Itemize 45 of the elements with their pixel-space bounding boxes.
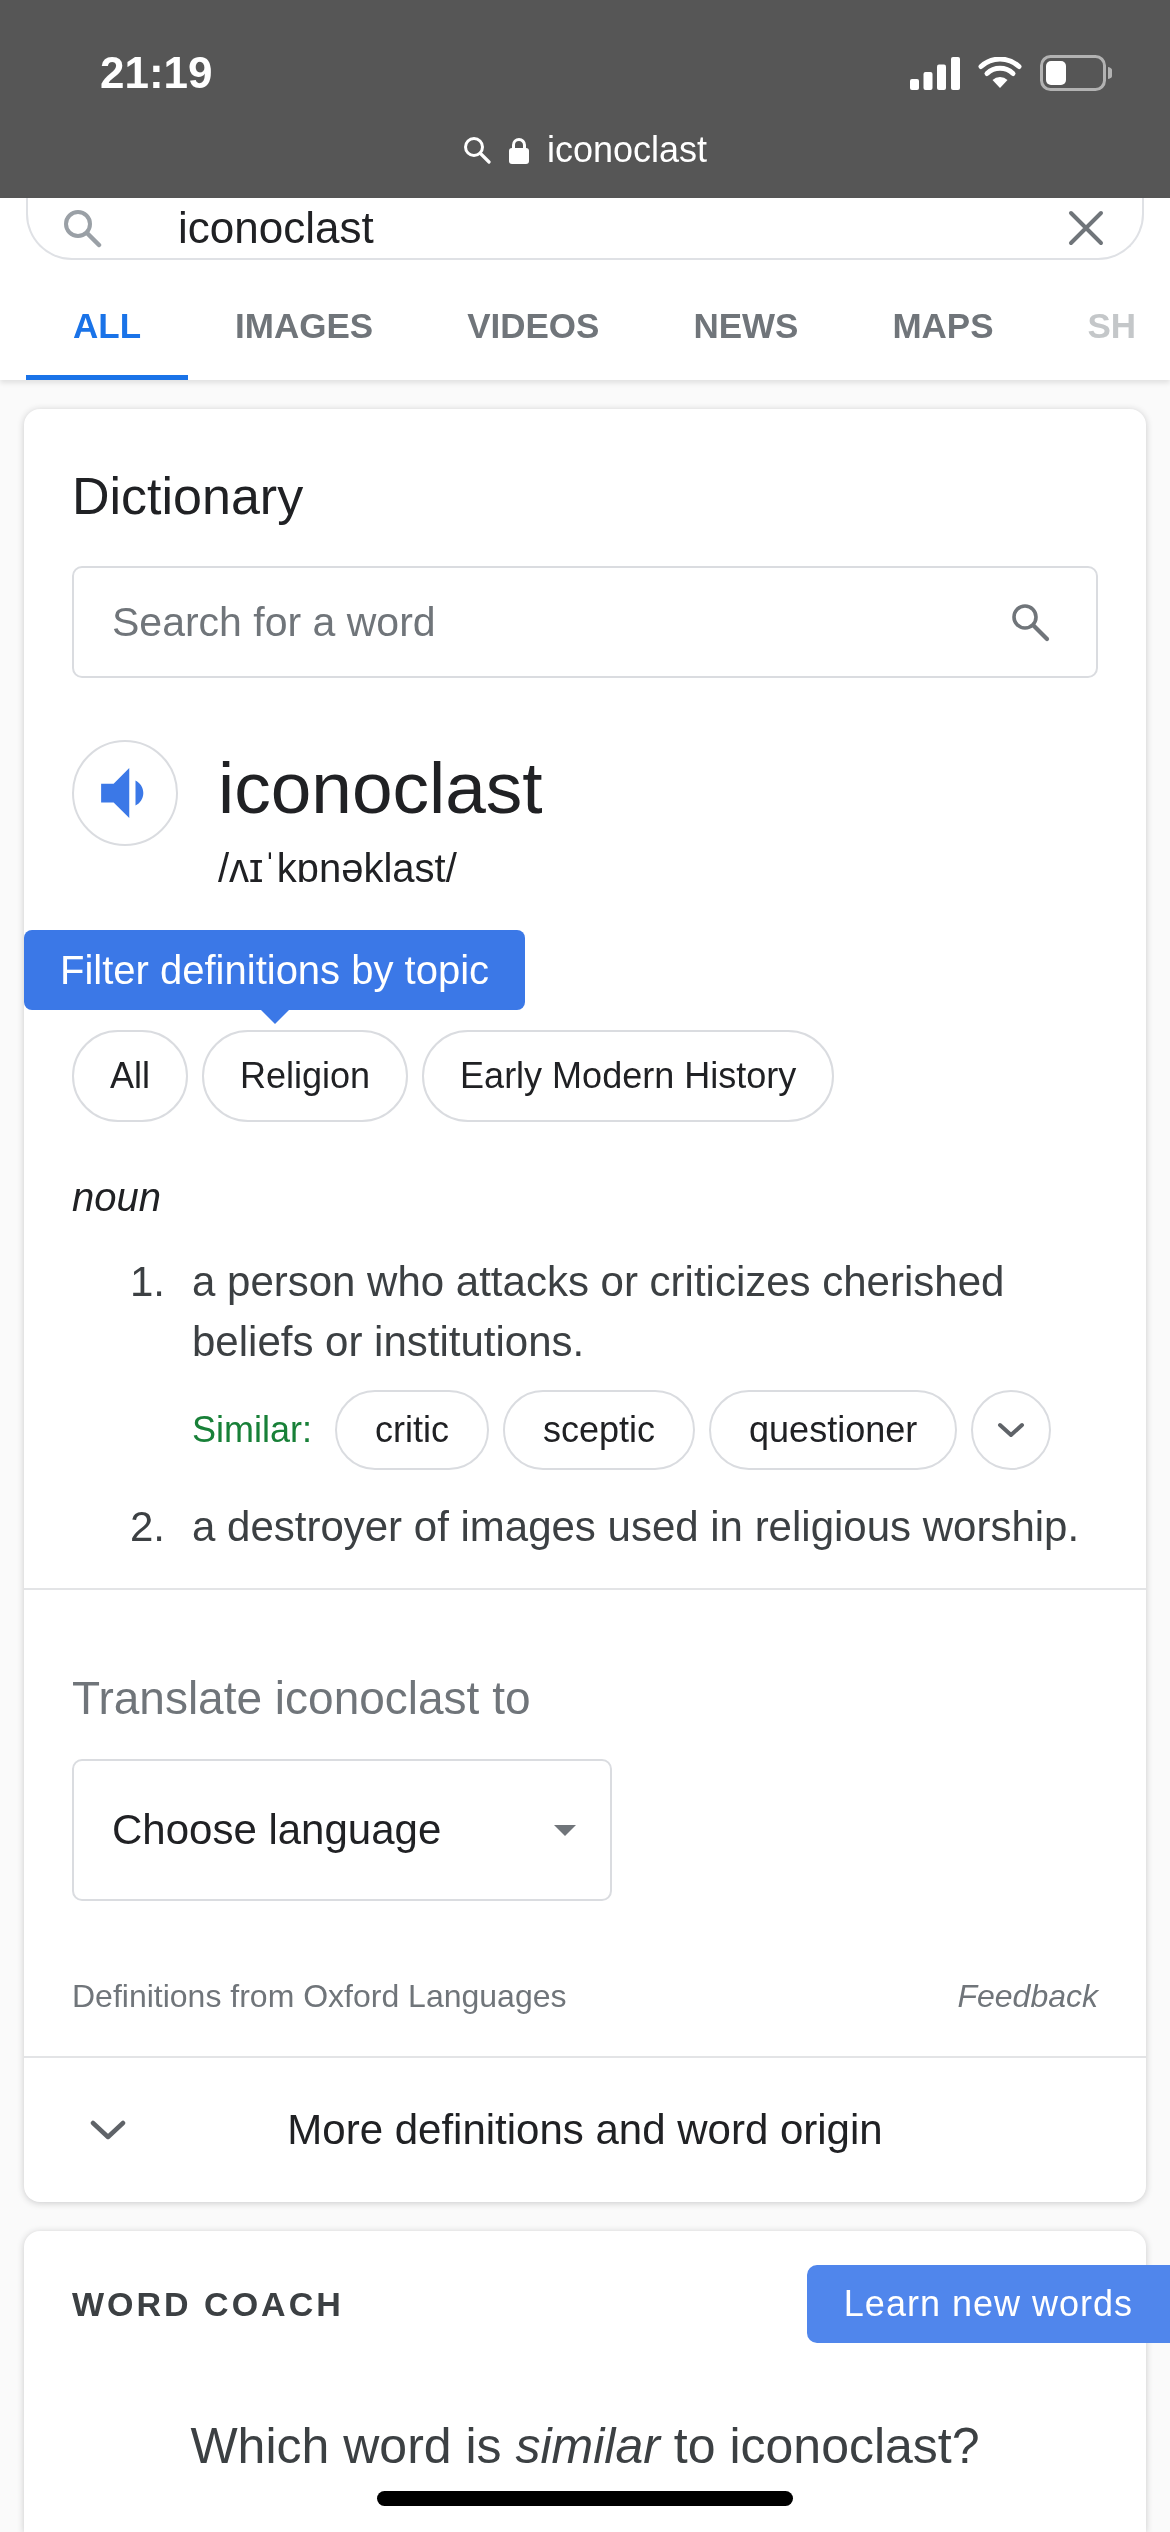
search-field[interactable]: iconoclast: [26, 198, 1144, 260]
learn-new-words-button[interactable]: Learn new words: [806, 2265, 1170, 2343]
similar-label: Similar:: [192, 1409, 312, 1451]
clear-icon[interactable]: [1068, 210, 1104, 246]
question-text: Which word is similar to iconoclast?: [189, 2418, 981, 2474]
word-coach-title: WORD COACH: [72, 2284, 344, 2324]
search-icon: [62, 208, 102, 248]
tab[interactable]: IMAGES: [188, 260, 421, 380]
headword: iconoclast: [218, 748, 543, 828]
translate-label: Translate iconoclast to: [72, 1672, 532, 1724]
tab[interactable]: NEWS: [646, 260, 846, 380]
source-text: Definitions from Oxford Languages: [72, 1978, 567, 2014]
word-search-field[interactable]: Search for a word: [72, 566, 1098, 678]
battery-icon: [1040, 55, 1112, 91]
speaker-icon: [101, 768, 145, 818]
synonym-chip[interactable]: sceptic: [503, 1390, 696, 1470]
wifi-icon: [978, 57, 1022, 89]
topic-chip[interactable]: Early Modern History: [422, 1030, 835, 1122]
search-icon: [462, 136, 491, 164]
tooltip: Filter definitions by topic: [24, 930, 526, 1024]
part-of-speech: noun: [72, 1174, 162, 1221]
definition-text: a person who attacks or criticizes cherished beliefs or institutions.: [192, 1257, 1006, 1367]
signal-icon: [910, 56, 960, 90]
url-text[interactable]: iconoclast: [546, 128, 708, 172]
topic-chip[interactable]: Religion: [202, 1030, 409, 1122]
dictionary-title: Dictionary: [72, 466, 305, 526]
status-time: 21:19: [100, 47, 213, 99]
list-number: 2.: [130, 1502, 167, 1552]
chevron-down-icon: [90, 2120, 126, 2140]
tab[interactable]: MAPS: [845, 260, 1041, 380]
tab[interactable]: VIDEOS: [420, 260, 647, 380]
topic-chip[interactable]: All: [72, 1030, 188, 1122]
synonym-chip[interactable]: questioner: [709, 1390, 958, 1470]
chevron-down-icon: [997, 1422, 1026, 1438]
synonym-chip[interactable]: critic: [335, 1390, 489, 1470]
caret-icon: [554, 1824, 576, 1836]
search-icon[interactable]: [1010, 602, 1050, 642]
definition-text: a destroyer of images used in religious worship.: [192, 1502, 1081, 1552]
list-number: 1.: [130, 1257, 167, 1307]
phonetic-text: /ʌɪˈkɒnəklast/: [218, 845, 458, 892]
tab[interactable]: ALL: [26, 260, 189, 380]
language-dropdown[interactable]: Choose language: [72, 1759, 612, 1901]
lock-icon: [508, 136, 529, 164]
feedback-link[interactable]: Feedback: [957, 1978, 1098, 2014]
more-definitions-button[interactable]: More definitions and word origin: [24, 2058, 1146, 2202]
